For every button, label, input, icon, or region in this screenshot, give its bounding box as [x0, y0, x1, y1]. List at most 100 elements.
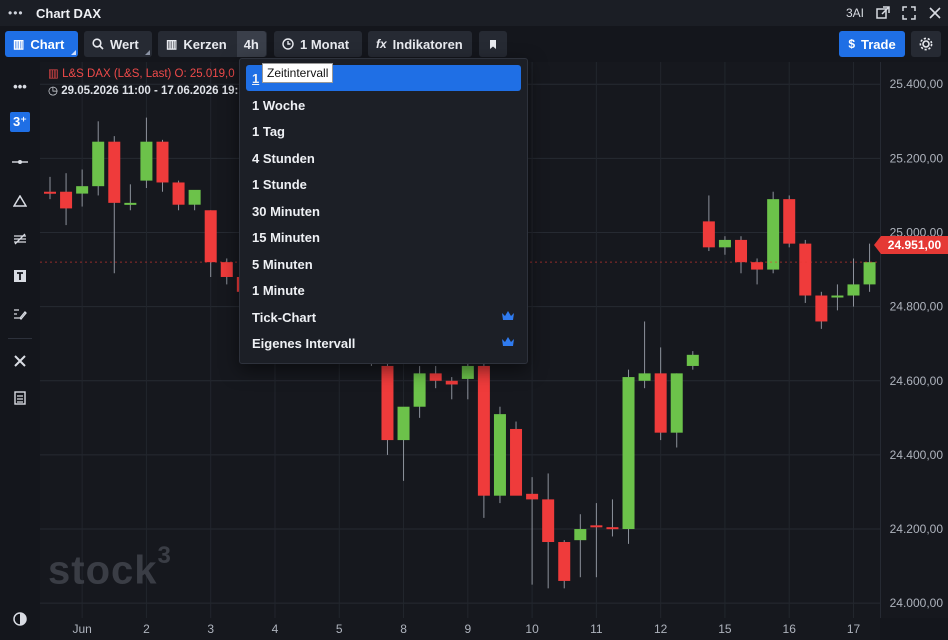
fx-icon: fx — [376, 37, 387, 51]
wert-button[interactable]: Wert — [84, 31, 152, 57]
candle-body — [622, 377, 635, 530]
interval-option-4h[interactable]: 4 Stunden — [246, 145, 521, 171]
candle-body — [735, 239, 748, 263]
candles-icon: ▥ — [166, 37, 178, 51]
maximize-icon[interactable] — [902, 6, 916, 20]
candle-body — [718, 239, 731, 248]
time-tick-label: 4 — [272, 622, 279, 636]
search-icon — [92, 38, 104, 50]
candle-body — [606, 527, 619, 530]
candle-body — [76, 186, 89, 194]
chart-legend: ▥ L&S DAX (L&S, Last) O: 25.019,0 ◷ 29.0… — [48, 66, 238, 97]
price-tick-label: 24.000,00 — [890, 596, 944, 610]
fibonacci-icon[interactable] — [10, 229, 30, 249]
candle-body — [702, 221, 715, 248]
price-axis-labels: 25.400,0025.200,0025.000,0024.800,0024.6… — [890, 77, 944, 610]
time-tick-label: 3 — [207, 622, 214, 636]
candle-body — [60, 191, 73, 209]
price-tick-label: 25.200,00 — [890, 151, 944, 165]
interval-option-30m[interactable]: 30 Minuten — [246, 198, 521, 224]
interval-option-1h[interactable]: 1 Stunde — [246, 171, 521, 197]
window-title: Chart DAX — [36, 5, 102, 21]
text-tool-icon[interactable] — [10, 266, 30, 286]
triangle-icon[interactable] — [10, 191, 30, 211]
time-tick-label: 11 — [590, 622, 603, 636]
price-tick-label: 24.800,00 — [890, 300, 944, 314]
candle-body — [783, 199, 796, 244]
premium-crown-icon — [502, 337, 514, 346]
time-tick-label: Jun — [72, 622, 91, 636]
range-button[interactable]: 1 Monat — [274, 31, 362, 57]
settings-button[interactable] — [911, 31, 941, 57]
bookmark-button[interactable] — [479, 31, 507, 57]
annotation-pen-icon[interactable] — [10, 304, 30, 324]
candle-body — [92, 141, 105, 187]
tools-icon[interactable] — [10, 351, 30, 371]
chart-type-button[interactable]: ▥ Chart — [5, 31, 78, 57]
interval-option-5m[interactable]: 5 Minuten — [246, 251, 521, 277]
candle-body — [493, 414, 506, 496]
interval-option-week[interactable]: 1 Woche — [246, 92, 521, 118]
time-tick-label: 5 — [336, 622, 343, 636]
layers-icon[interactable] — [10, 388, 30, 408]
candle-body — [670, 373, 683, 433]
candle-body — [847, 284, 860, 296]
interval-option-tick[interactable]: Tick-Chart — [246, 304, 521, 330]
candle-body — [188, 189, 201, 205]
theme-toggle-icon[interactable] — [10, 609, 30, 629]
candle-body — [526, 493, 539, 500]
popout-icon[interactable] — [876, 6, 890, 20]
last-price-tag: 24.951,00 — [874, 236, 948, 254]
price-tick-label: 24.600,00 — [890, 374, 944, 388]
time-axis-labels: Jun 2 3 4 5 8 9 10 11 12 15 16 17 — [72, 622, 860, 636]
interval-option-1m[interactable]: 1 Minute — [246, 277, 521, 303]
candle-body — [140, 141, 153, 181]
indikatoren-button[interactable]: fx Indikatoren — [368, 31, 472, 57]
candle-body — [831, 295, 844, 298]
time-tick-label: 9 — [464, 622, 471, 636]
price-tick-label: 24.400,00 — [890, 448, 944, 462]
drawing-tools-sidebar: ••• 3⁺ — [0, 64, 40, 640]
kerzen-button[interactable]: ▥ Kerzen 4h — [158, 31, 267, 57]
more-tools-icon[interactable]: ••• — [10, 76, 30, 96]
interval-option-day[interactable]: 1 Tag — [246, 118, 521, 144]
chart-toolbar: ▥ Chart Wert ▥ Kerzen 4h 1 Monat fx Indi… — [0, 28, 948, 60]
candle-body — [654, 373, 667, 433]
gear-icon — [919, 37, 933, 51]
interval-option-15m[interactable]: 15 Minuten — [246, 224, 521, 250]
price-tick-label: 24.200,00 — [890, 522, 944, 536]
candle-body — [413, 373, 426, 407]
time-tick-label: 12 — [654, 622, 668, 636]
premium-crown-icon — [502, 311, 514, 320]
stock3-tools-icon[interactable]: 3⁺ — [10, 112, 30, 132]
interval-tooltip: Zeitintervall — [262, 63, 334, 83]
candle-body — [686, 354, 699, 366]
window-menu-icon[interactable]: ••• — [8, 6, 30, 20]
time-tick-label: 8 — [400, 622, 407, 636]
interval-option-custom[interactable]: Eigenes Intervall — [246, 330, 521, 356]
candle-body — [477, 365, 490, 496]
clock-icon: ◷ — [48, 85, 62, 97]
legend-instrument[interactable]: ▥ L&S DAX (L&S, Last) O: 25.019,0 — [48, 66, 238, 80]
close-icon[interactable] — [928, 6, 942, 20]
horizontal-line-icon[interactable] — [10, 152, 30, 172]
candle-body — [108, 141, 121, 203]
title-bar-actions: 3AI — [846, 0, 942, 26]
time-axis[interactable]: Jun 2 3 4 5 8 9 10 11 12 15 16 17 — [40, 618, 880, 640]
time-tick-label: 10 — [525, 622, 539, 636]
time-tick-label: 16 — [783, 622, 797, 636]
dollar-icon: $ — [848, 37, 855, 51]
ai-button[interactable]: 3AI — [846, 6, 864, 20]
candle-body — [799, 243, 812, 296]
price-axis[interactable]: 25.400,00 25.200,00 25.000,00 24.800,00 24.6… — [880, 62, 948, 618]
interval-selector[interactable]: 4h — [236, 31, 266, 57]
clock-icon — [282, 38, 294, 50]
candle-body — [381, 365, 394, 441]
candle-body — [124, 202, 137, 205]
trade-button[interactable]: $ Trade — [839, 31, 905, 57]
candle-body — [558, 542, 571, 581]
legend-timerange: ◷ 29.05.2026 11:00 - 17.06.2026 19: — [48, 85, 239, 97]
candle-body — [445, 380, 458, 385]
bookmark-icon — [490, 39, 496, 49]
price-tick-label: 25.400,00 — [890, 77, 944, 91]
